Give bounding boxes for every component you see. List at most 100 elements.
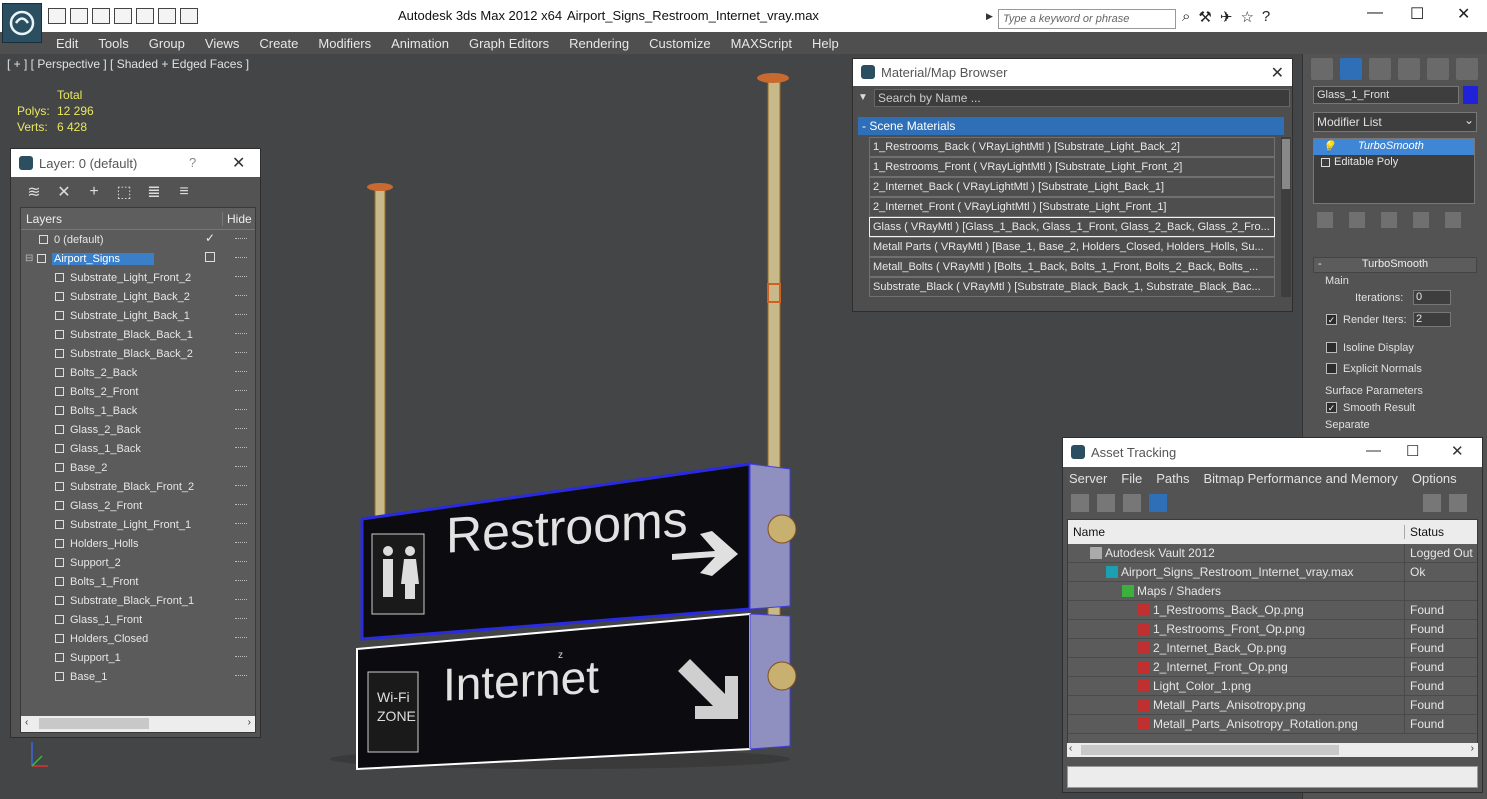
layer-object-row[interactable]: Support_1 (21, 648, 255, 667)
detail-view-icon[interactable] (1123, 494, 1141, 512)
hide-toggle[interactable] (235, 618, 247, 621)
layer-object-row[interactable]: Glass_1_Back (21, 439, 255, 458)
hide-toggle[interactable] (235, 523, 247, 526)
bulb-icon[interactable]: 💡 (1322, 140, 1336, 153)
layer-object-row[interactable]: Substrate_Light_Front_1 (21, 515, 255, 534)
asset-row[interactable]: Autodesk Vault 2012 Logged Out (1068, 543, 1477, 563)
hide-toggle[interactable] (235, 504, 247, 507)
menu-rendering[interactable]: Rendering (569, 36, 629, 51)
material-item[interactable]: 1_Restrooms_Back ( VRayLightMtl ) [Subst… (869, 137, 1275, 157)
horizontal-scrollbar[interactable]: ‹ › (1067, 743, 1478, 757)
menu-help[interactable]: Help (812, 36, 839, 51)
create-tab-icon[interactable] (1311, 58, 1333, 80)
viewport-label[interactable]: [ + ] [ Perspective ] [ Shaded + Edged F… (7, 57, 249, 71)
layer-object-row[interactable]: Substrate_Light_Back_1 (21, 306, 255, 325)
show-end-result-icon[interactable] (1349, 212, 1365, 228)
layer-object-row[interactable]: Bolts_2_Front (21, 382, 255, 401)
menu-tools[interactable]: Tools (98, 36, 128, 51)
asset-row[interactable]: Metall_Parts_Anisotropy_Rotation.png Foun… (1068, 714, 1477, 734)
layer-object-row[interactable]: Substrate_Black_Front_2 (21, 477, 255, 496)
hide-toggle[interactable] (235, 276, 247, 279)
hide-toggle[interactable] (235, 409, 247, 412)
layer-object-row[interactable]: Glass_2_Back (21, 420, 255, 439)
hide-toggle[interactable] (235, 390, 247, 393)
minimize-icon[interactable]: — (1367, 4, 1383, 22)
menu-customize[interactable]: Customize (649, 36, 710, 51)
layer-row-default[interactable]: 0 (default) ✓ (21, 230, 255, 249)
layer-object-row[interactable]: Glass_1_Front (21, 610, 255, 629)
explicit-normals-checkbox[interactable] (1326, 363, 1337, 374)
close-icon[interactable]: ✕ (1451, 442, 1464, 460)
asset-row[interactable]: 2_Internet_Front_Op.png Found (1068, 657, 1477, 677)
hide-toggle[interactable] (235, 675, 247, 678)
turbosmooth-rollout-header[interactable]: - TurboSmooth (1313, 257, 1477, 273)
layer-panel-titlebar[interactable]: Layer: 0 (default) ? ✕ (11, 149, 260, 177)
material-item[interactable]: 1_Restrooms_Front ( VRayLightMtl ) [Subs… (869, 157, 1275, 177)
material-item[interactable]: Glass ( VRayMtl ) [Glass_1_Back, Glass_1… (869, 217, 1275, 237)
close-icon[interactable]: ✕ (1271, 63, 1284, 83)
project-folder-icon[interactable] (158, 8, 176, 24)
make-unique-icon[interactable] (1381, 212, 1397, 228)
hide-toggle[interactable] (235, 428, 247, 431)
maximize-icon[interactable]: ☐ (1406, 442, 1419, 460)
asset-row[interactable]: Metall_Parts_Anisotropy.png Found (1068, 695, 1477, 715)
menu-views[interactable]: Views (205, 36, 239, 51)
layer-object-row[interactable]: Substrate_Black_Front_1 (21, 591, 255, 610)
column-status[interactable]: Status (1405, 525, 1444, 539)
save-file-icon[interactable] (92, 8, 110, 24)
object-color-swatch[interactable] (1463, 86, 1478, 104)
options-dropdown-icon[interactable]: ▼ (858, 92, 868, 103)
maximize-icon[interactable]: ☐ (1410, 4, 1424, 24)
hide-toggle[interactable] (235, 447, 247, 450)
menu-maxscript[interactable]: MAXScript (731, 36, 792, 51)
undo-icon[interactable] (114, 8, 132, 24)
collapse-icon[interactable]: ⊟ (25, 253, 37, 264)
material-item[interactable]: Substrate_Black ( VRayMtl ) [Substrate_B… (869, 277, 1275, 297)
iterations-spinner[interactable]: 0 (1413, 290, 1451, 305)
menu-options[interactable]: Options (1412, 471, 1457, 486)
set-current-layer-icon[interactable]: ≡ (175, 183, 193, 201)
render-iters-checkbox[interactable]: ✓ (1326, 314, 1337, 325)
layer-object-row[interactable]: Bolts_1_Front (21, 572, 255, 591)
help-icon[interactable]: ? (189, 155, 196, 170)
hide-toggle[interactable] (235, 580, 247, 583)
favorites-star-icon[interactable]: ☆ (1240, 8, 1253, 26)
asset-row[interactable]: 1_Restrooms_Back_Op.png Found (1068, 600, 1477, 620)
scene-materials-group[interactable]: - Scene Materials (858, 117, 1284, 135)
asset-row[interactable]: 2_Internet_Back_Op.png Found (1068, 638, 1477, 658)
layer-object-row[interactable]: Support_2 (21, 553, 255, 572)
asset-tracking-titlebar[interactable]: Asset Tracking — ☐ ✕ (1063, 438, 1482, 467)
open-file-icon[interactable] (70, 8, 88, 24)
material-browser-titlebar[interactable]: Material/Map Browser ✕ (853, 59, 1292, 86)
new-file-icon[interactable] (48, 8, 66, 24)
asset-row[interactable]: Airport_Signs_Restroom_Internet_vray.max… (1068, 562, 1477, 582)
redo-icon[interactable] (136, 8, 154, 24)
layer-row-airport-signs[interactable]: ⊟ Airport_Signs (21, 249, 255, 268)
select-layer-icon[interactable]: ≣ (145, 182, 163, 202)
help-icon[interactable]: ? (1262, 8, 1270, 26)
horizontal-scrollbar[interactable]: ‹ › (21, 716, 255, 732)
select-objects-icon[interactable]: ⬚ (115, 182, 133, 202)
table-view-icon[interactable] (1149, 494, 1167, 512)
minimize-icon[interactable]: — (1366, 442, 1381, 459)
asset-row[interactable]: Light_Color_1.png Found (1068, 676, 1477, 696)
layer-object-row[interactable]: Substrate_Light_Front_2 (21, 268, 255, 287)
hide-toggle[interactable] (235, 542, 247, 545)
vault-login-icon[interactable] (1449, 494, 1467, 512)
qat-dropdown-icon[interactable] (180, 8, 198, 24)
stack-item-turbosmooth[interactable]: 💡 TurboSmooth (1314, 139, 1474, 155)
hide-toggle[interactable] (235, 352, 247, 355)
create-layer-icon[interactable]: ≋ (25, 182, 43, 202)
hide-toggle[interactable] (235, 371, 247, 374)
material-item[interactable]: Metall_Bolts ( VRayMtl ) [Bolts_1_Back, … (869, 257, 1275, 277)
layer-object-row[interactable]: Holders_Closed (21, 629, 255, 648)
render-iters-spinner[interactable]: 2 (1413, 312, 1451, 327)
layer-object-row[interactable]: Glass_2_Front (21, 496, 255, 515)
menu-paths[interactable]: Paths (1156, 471, 1189, 486)
menu-modifiers[interactable]: Modifiers (318, 36, 371, 51)
menu-group[interactable]: Group (149, 36, 185, 51)
menu-server[interactable]: Server (1069, 471, 1107, 486)
layer-object-row[interactable]: Substrate_Light_Back_2 (21, 287, 255, 306)
layer-object-row[interactable]: Bolts_2_Back (21, 363, 255, 382)
refresh-icon[interactable] (1071, 494, 1089, 512)
